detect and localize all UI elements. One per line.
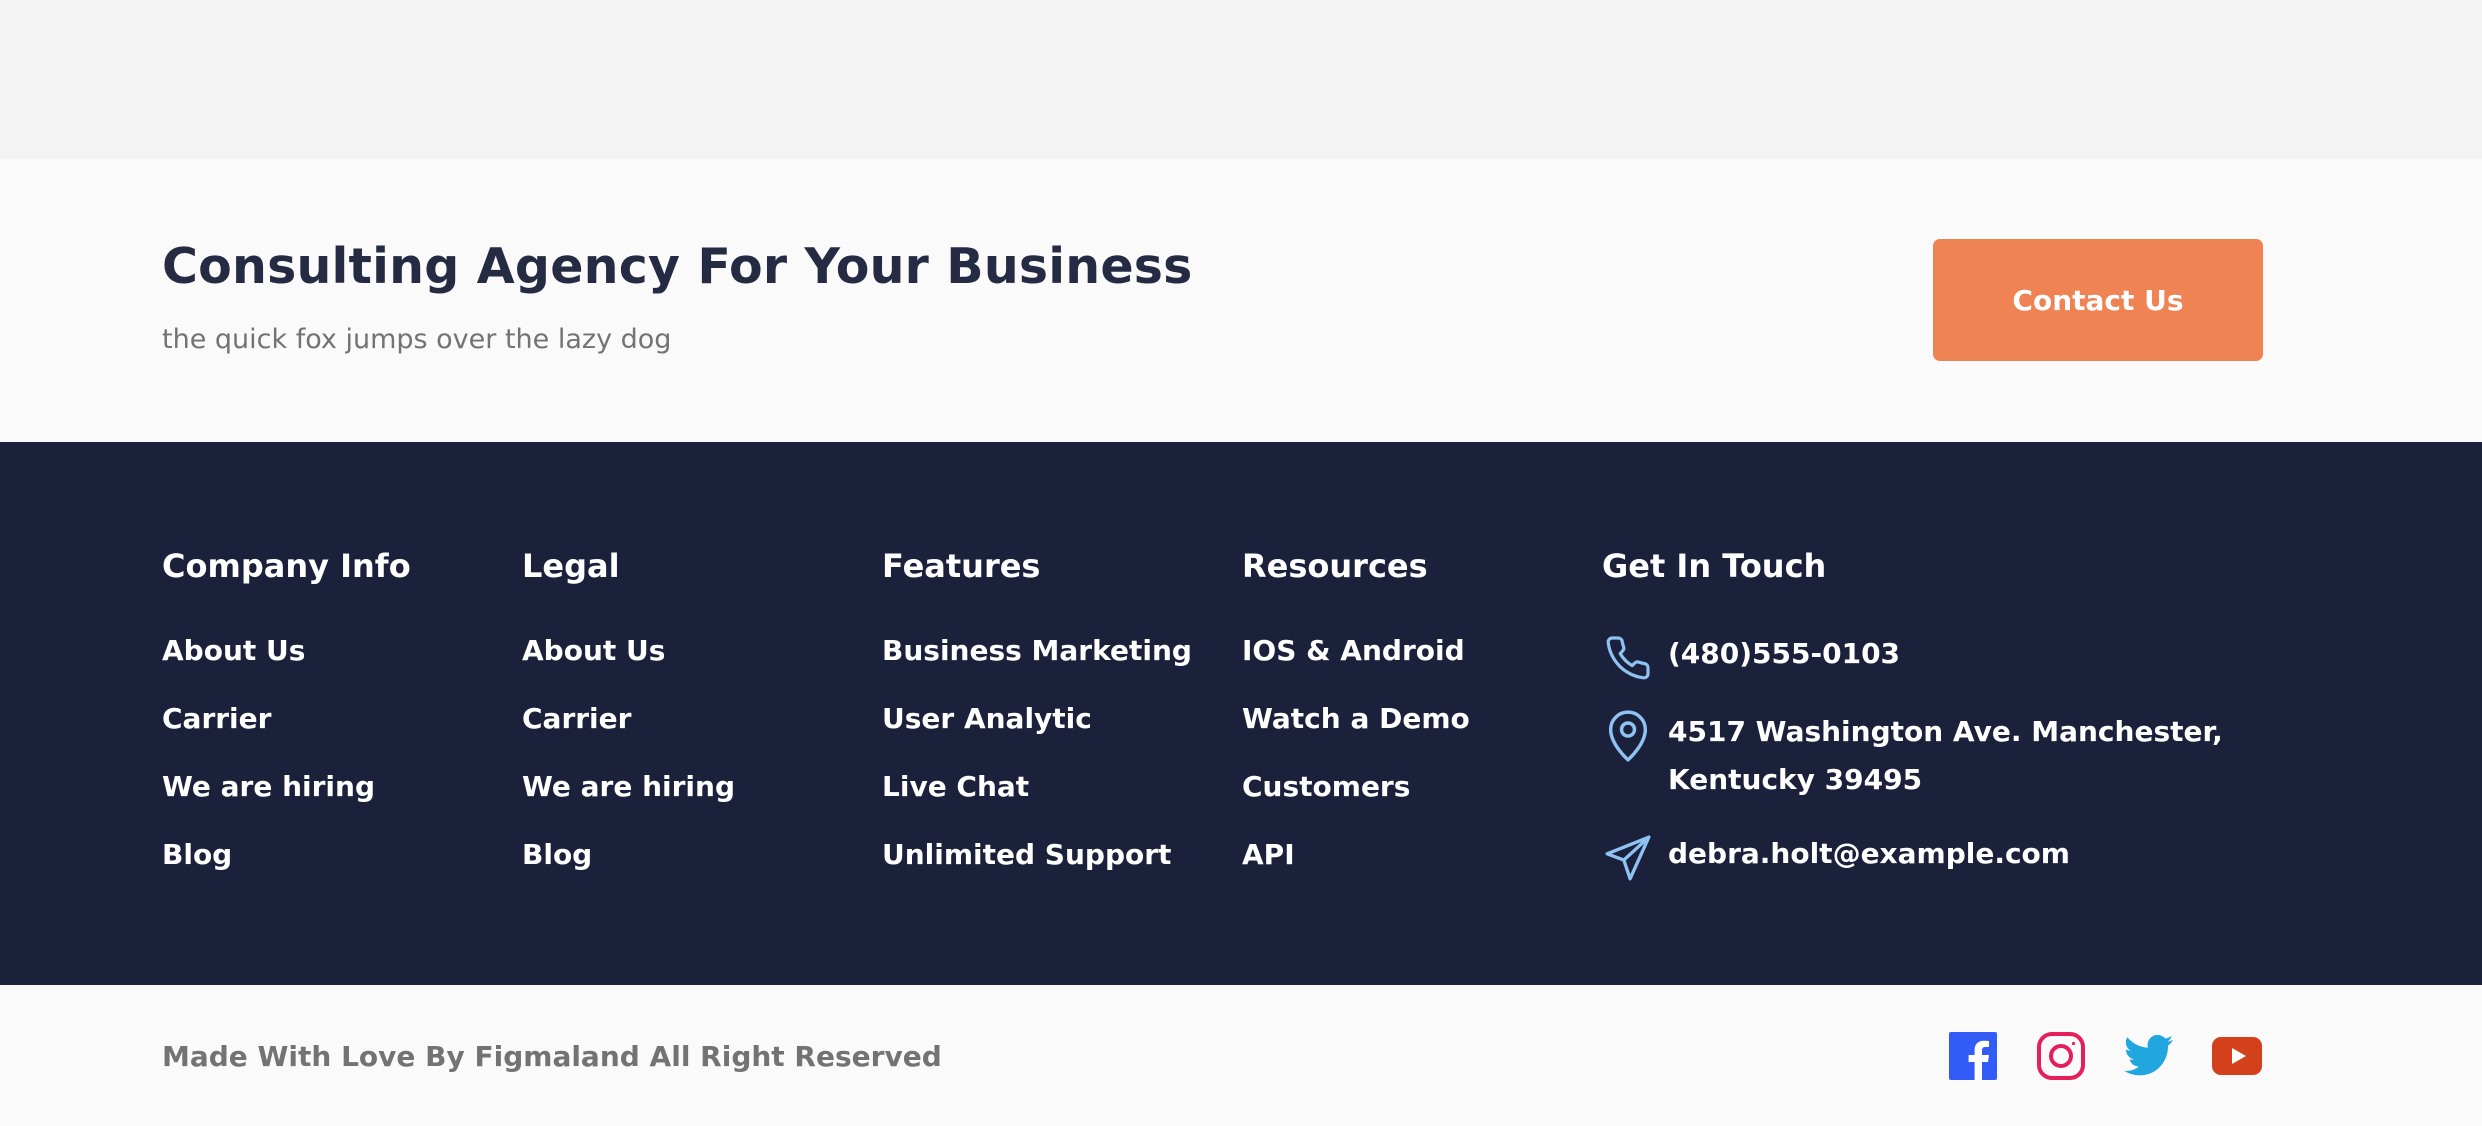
contact-us-button[interactable]: Contact Us bbox=[1933, 239, 2263, 361]
footer-link-we-are-hiring[interactable]: We are hiring bbox=[522, 770, 735, 803]
footer-column-legal: Legal About Us Carrier We are hiring Blo… bbox=[522, 544, 735, 902]
footer-link-business-marketing[interactable]: Business Marketing bbox=[882, 634, 1192, 667]
facebook-icon[interactable] bbox=[1947, 1030, 1999, 1082]
top-strip bbox=[0, 0, 2482, 159]
link-list: About Us Carrier We are hiring Blog bbox=[162, 630, 411, 902]
footer-link-ios-android[interactable]: IOS & Android bbox=[1242, 634, 1465, 667]
youtube-icon[interactable] bbox=[2211, 1030, 2263, 1082]
contact-address: 4517 Washington Ave. Manchester, Kentuck… bbox=[1600, 708, 2223, 804]
send-icon bbox=[1600, 830, 1656, 886]
link-list: About Us Carrier We are hiring Blog bbox=[522, 630, 735, 902]
column-title: Features bbox=[882, 547, 1041, 585]
cta-subtitle: the quick fox jumps over the lazy dog bbox=[162, 324, 672, 355]
footer-column-get-in-touch: Get In Touch bbox=[1602, 544, 1826, 588]
column-title: Company Info bbox=[162, 547, 411, 585]
footer-link-live-chat[interactable]: Live Chat bbox=[882, 770, 1029, 803]
footer-link-about-us[interactable]: About Us bbox=[162, 634, 305, 667]
link-list: Business Marketing User Analytic Live Ch… bbox=[882, 630, 1192, 902]
contact-email: debra.holt@example.com bbox=[1600, 830, 2070, 886]
footer-link-customers[interactable]: Customers bbox=[1242, 770, 1410, 803]
footer-column-company-info: Company Info About Us Carrier We are hir… bbox=[162, 544, 411, 902]
location-pin-icon bbox=[1600, 708, 1656, 764]
footer-link-we-are-hiring[interactable]: We are hiring bbox=[162, 770, 375, 803]
footer-link-user-analytic[interactable]: User Analytic bbox=[882, 702, 1092, 735]
address-line-2: Kentucky 39495 bbox=[1668, 763, 1923, 796]
footer-column-resources: Resources IOS & Android Watch a Demo Cus… bbox=[1242, 544, 1470, 902]
footer-link-blog[interactable]: Blog bbox=[522, 838, 592, 871]
footer-link-carrier[interactable]: Carrier bbox=[162, 702, 271, 735]
footer-link-carrier[interactable]: Carrier bbox=[522, 702, 631, 735]
email-link[interactable]: debra.holt@example.com bbox=[1668, 830, 2070, 878]
link-list: IOS & Android Watch a Demo Customers API bbox=[1242, 630, 1470, 902]
phone-link[interactable]: (480)555-0103 bbox=[1668, 630, 1900, 678]
column-title: Legal bbox=[522, 547, 620, 585]
contact-phone: (480)555-0103 bbox=[1600, 630, 1900, 686]
address-text: 4517 Washington Ave. Manchester, Kentuck… bbox=[1668, 708, 2223, 804]
column-title: Get In Touch bbox=[1602, 547, 1827, 585]
address-line-1: 4517 Washington Ave. Manchester, bbox=[1668, 715, 2223, 748]
column-title: Resources bbox=[1242, 547, 1428, 585]
instagram-icon[interactable] bbox=[2035, 1030, 2087, 1082]
footer-link-blog[interactable]: Blog bbox=[162, 838, 232, 871]
footer-link-watch-a-demo[interactable]: Watch a Demo bbox=[1242, 702, 1470, 735]
footer-link-about-us[interactable]: About Us bbox=[522, 634, 665, 667]
twitter-icon[interactable] bbox=[2123, 1030, 2175, 1082]
phone-icon bbox=[1600, 630, 1656, 686]
footer-link-api[interactable]: API bbox=[1242, 838, 1295, 871]
footer-column-features: Features Business Marketing User Analyti… bbox=[882, 544, 1192, 902]
cta-title: Consulting Agency For Your Business bbox=[162, 238, 1193, 295]
copyright-text: Made With Love By Figmaland All Right Re… bbox=[162, 1040, 942, 1073]
footer-link-unlimited-support[interactable]: Unlimited Support bbox=[882, 838, 1171, 871]
